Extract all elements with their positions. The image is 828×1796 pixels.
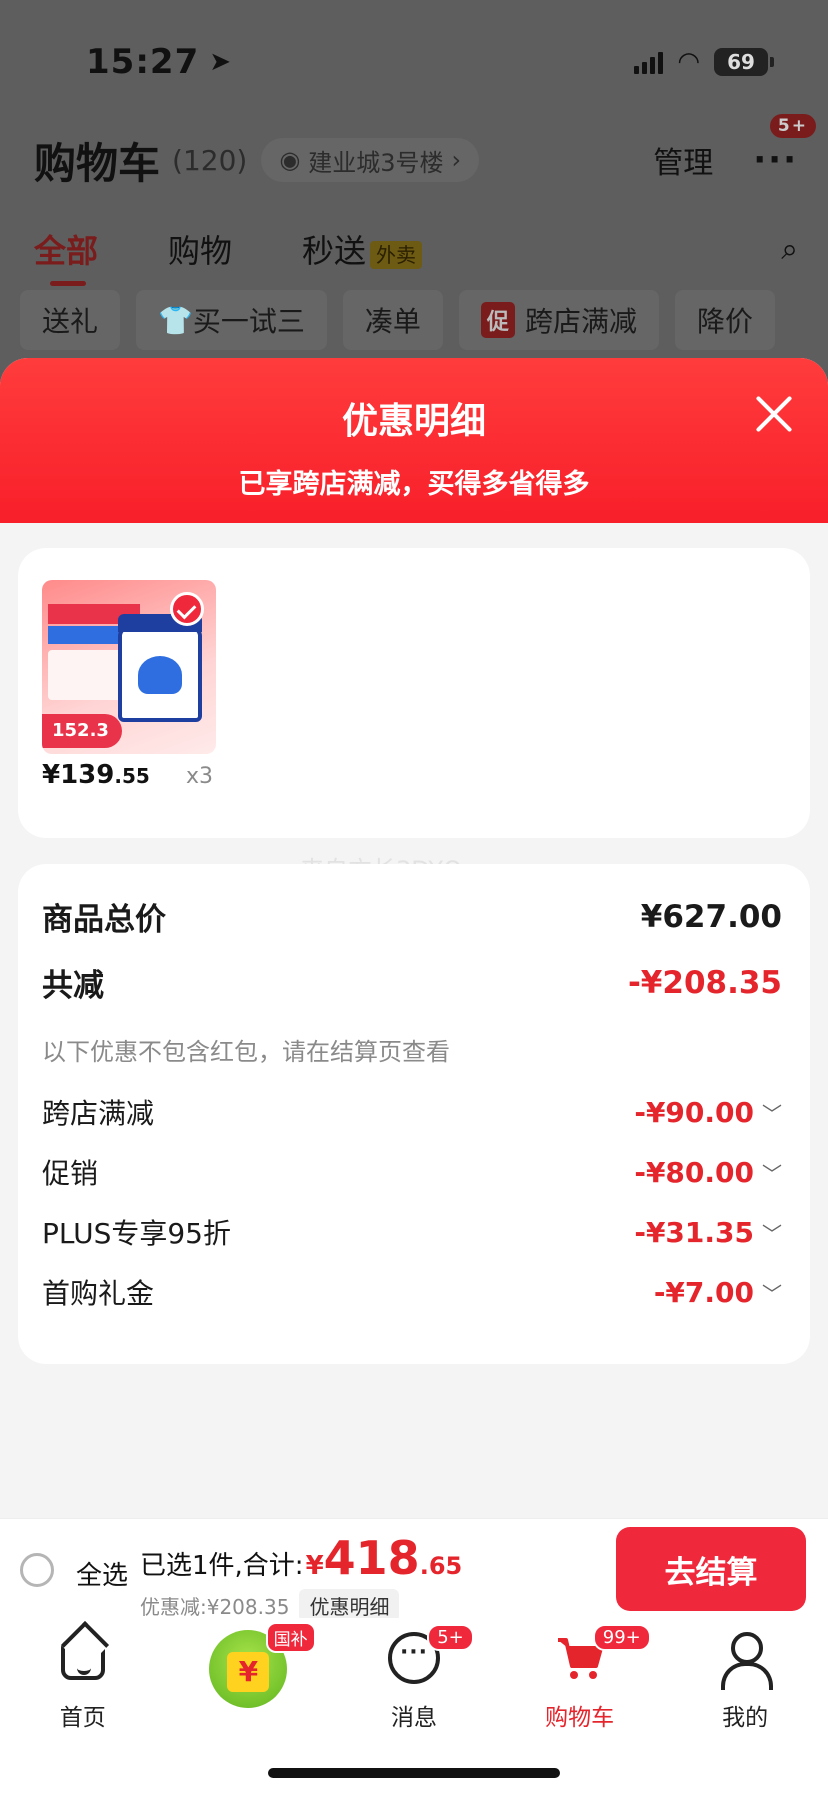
tab-home[interactable]: 首页 — [0, 1618, 166, 1796]
home-icon — [60, 1640, 105, 1680]
address-text: 建业城3号楼 — [308, 148, 444, 177]
discount-row[interactable]: 跨店满减 -¥90.00 ﹀ — [42, 1092, 782, 1132]
tab-all[interactable]: 全部 — [34, 226, 98, 286]
manage-button[interactable]: 管理 — [653, 138, 713, 182]
shirt-icon: 👕 — [158, 303, 193, 337]
cart-count: (120) — [172, 143, 248, 177]
eye-icon: ◉ — [279, 146, 301, 174]
select-all-label[interactable]: 全选 — [76, 1555, 128, 1592]
thumb-price: 152.3 — [42, 714, 122, 748]
chip-try[interactable]: 👕 买一试三 — [136, 290, 327, 350]
total-value: ¥627.00 — [640, 898, 782, 935]
more-button[interactable]: ··· 5+ — [753, 114, 816, 180]
discount-row[interactable]: 促销 -¥80.00 ﹀ — [42, 1152, 782, 1192]
checkout-button[interactable]: 去结算 — [616, 1527, 806, 1611]
chevron-down-icon: ﹀ — [762, 1221, 782, 1246]
product-card: 152.3 ¥139.55 x3 — [18, 548, 810, 838]
address-pill[interactable]: ◉ 建业城3号楼 › — [261, 138, 480, 182]
total-amount: ¥418.65 — [305, 1531, 463, 1585]
takeout-chip: 外卖 — [370, 241, 423, 269]
profile-icon — [719, 1632, 774, 1690]
more-badge: 5+ — [769, 114, 816, 138]
chevron-down-icon: ﹀ — [762, 1101, 782, 1126]
checkout-bar: 全选 已选1件,合计: ¥418.65 优惠减:¥208.35 优惠明细 去结算 — [0, 1518, 828, 1622]
product-quantity: x3 — [186, 764, 214, 789]
product-thumbnail[interactable]: 152.3 — [42, 580, 216, 754]
cart-tabs: 全部 购物 秒送 外卖 ⌕ — [34, 222, 798, 286]
subsidy-badge: 国补 — [265, 1622, 316, 1653]
signal-icon — [634, 50, 664, 74]
search-icon[interactable]: ⌕ — [781, 232, 798, 267]
close-icon[interactable] — [754, 394, 794, 434]
check-icon — [170, 592, 204, 626]
sheet-subtitle: 已享跨店满减，买得多省得多 — [238, 469, 590, 500]
reduce-value: -¥208.35 — [627, 964, 782, 1001]
status-time: 15:27 — [86, 42, 200, 82]
cart-header: 购物车 (120) ◉ 建业城3号楼 › 管理 ··· 5+ — [34, 114, 816, 190]
select-all-radio[interactable] — [20, 1553, 54, 1587]
messages-badge: 5+ — [427, 1624, 474, 1651]
vitamin-bottle-icon — [118, 614, 202, 722]
location-arrow-icon: ➤ — [209, 47, 232, 77]
battery-icon: 69 — [714, 48, 774, 76]
sheet-title: 优惠明细 — [341, 401, 486, 442]
tab-instant[interactable]: 秒送 外卖 — [302, 226, 423, 272]
price-breakdown-card: 商品总价 ¥627.00 共减 -¥208.35 以下优惠不包含红包，请在结算页… — [18, 864, 810, 1364]
discount-row[interactable]: PLUS专享95折 -¥31.35 ﹀ — [42, 1212, 782, 1252]
tab-shopping[interactable]: 购物 — [168, 226, 232, 272]
chip-gift[interactable]: 送礼 — [20, 290, 121, 350]
discount-sheet: 优惠明细 已享跨店满减，买得多省得多 152.3 ¥139.55 x3 来自方长… — [0, 358, 828, 1518]
product-price: ¥139.55 — [42, 760, 150, 790]
total-row: 商品总价 ¥627.00 — [42, 898, 782, 939]
chevron-down-icon: ﹀ — [762, 1281, 782, 1306]
chip-bundle[interactable]: 凑单 — [342, 290, 443, 350]
cart-title: 购物车 — [34, 138, 161, 188]
home-indicator — [268, 1768, 560, 1778]
tab-me[interactable]: 我的 — [662, 1618, 828, 1796]
reduce-row: 共减 -¥208.35 — [42, 964, 782, 1005]
discount-note: 以下优惠不包含红包，请在结算页查看 — [42, 1038, 450, 1066]
background-page: 15:27 ➤ ◠ 69 购物车 (120) ◉ 建业城3号楼 › 管理 ···… — [0, 0, 828, 370]
discount-row[interactable]: 首购礼金 -¥7.00 ﹀ — [42, 1272, 782, 1312]
status-bar: 15:27 ➤ ◠ 69 — [86, 40, 774, 84]
chip-price-drop[interactable]: 降价 — [674, 290, 775, 350]
sheet-header: 优惠明细 已享跨店满减，买得多省得多 — [0, 358, 828, 523]
wifi-icon: ◠ — [677, 47, 700, 77]
order-summary: 已选1件,合计: ¥418.65 — [140, 1531, 463, 1585]
filter-chips: 送礼 👕 买一试三 凑单 促跨店满减 降价 — [20, 290, 775, 350]
promo-tag: 促 — [480, 302, 515, 338]
chevron-right-icon: › — [451, 146, 462, 174]
cart-badge: 99+ — [592, 1624, 651, 1651]
chip-cross-store[interactable]: 促跨店满减 — [458, 290, 659, 350]
chevron-down-icon: ﹀ — [762, 1161, 782, 1186]
